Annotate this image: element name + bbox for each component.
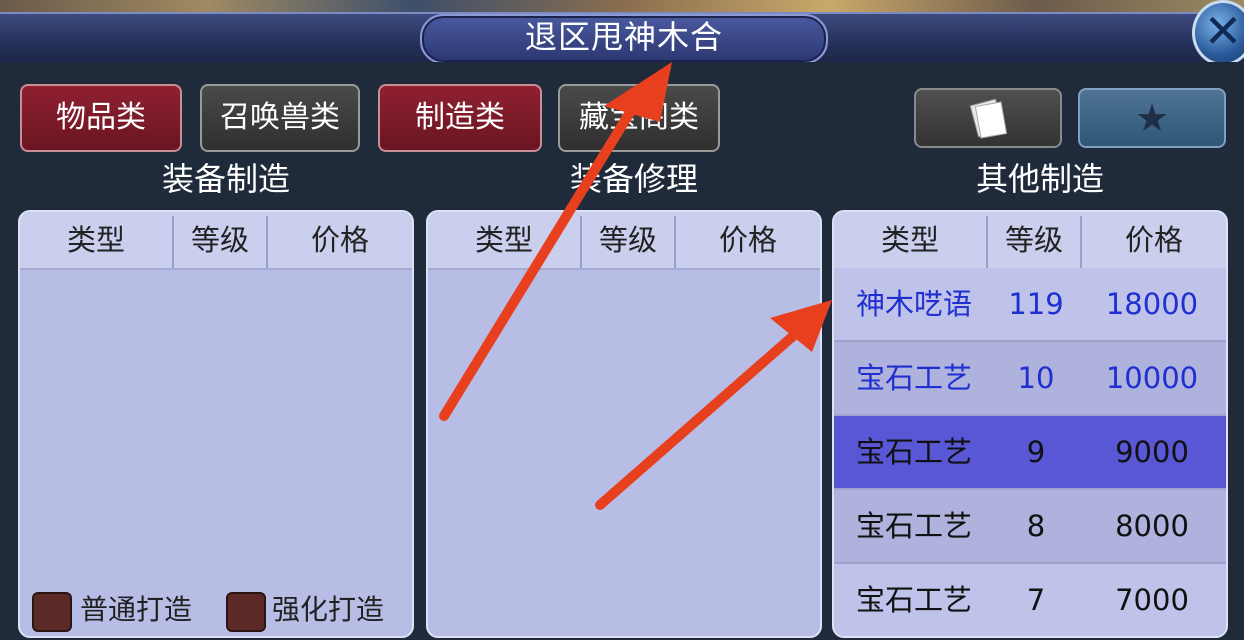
table-row[interactable]: 宝石工艺 7 7000: [834, 564, 1226, 636]
row-type: 神木呓语: [855, 287, 972, 321]
table-header: 类型 等级 价格: [20, 212, 412, 270]
other-make-panel: 类型 等级 价格 神木呓语 119 18000 宝石工艺 10 10000 宝石…: [832, 210, 1228, 638]
equipment-make-panel: 类型 等级 价格: [18, 210, 414, 638]
row-level: 7: [1026, 583, 1046, 617]
column-level: 等级: [598, 223, 657, 257]
row-level: 10: [1017, 361, 1055, 395]
row-price: 18000: [1105, 287, 1199, 321]
column-type: 类型: [880, 223, 939, 257]
row-level: 8: [1026, 509, 1046, 543]
tab-summon-beasts[interactable]: 召唤兽类: [200, 84, 360, 152]
column-level: 等级: [1004, 223, 1063, 257]
table-header: 类型 等级 价格: [428, 212, 820, 270]
table-header: 类型 等级 价格: [834, 212, 1226, 270]
normal-forge-label: 普通打造: [80, 593, 193, 626]
book-icon: [969, 98, 1008, 139]
table-row-selected[interactable]: 宝石工艺 9 9000: [834, 416, 1226, 490]
row-price: 7000: [1115, 583, 1189, 617]
other-make-title: 其他制造: [975, 160, 1104, 198]
equipment-repair-panel: 类型 等级 价格: [426, 210, 822, 638]
normal-forge-checkbox[interactable]: [32, 592, 72, 632]
table-row[interactable]: 宝石工艺 8 8000: [834, 490, 1226, 564]
row-type: 宝石工艺: [855, 361, 972, 395]
row-price: 8000: [1115, 509, 1189, 543]
row-type: 宝石工艺: [855, 509, 972, 543]
table-row[interactable]: 神木呓语 119 18000: [834, 268, 1226, 342]
tab-crafting[interactable]: 制造类: [378, 84, 542, 152]
column-price: 价格: [1124, 223, 1183, 257]
enhanced-forge-label: 强化打造: [272, 593, 385, 626]
tab-items[interactable]: 物品类: [20, 84, 182, 152]
window-title: 退区甩神木合: [524, 18, 723, 56]
column-level: 等级: [190, 223, 249, 257]
table-row[interactable]: 宝石工艺 10 10000: [834, 342, 1226, 416]
column-type: 类型: [66, 223, 125, 257]
column-price: 价格: [310, 223, 369, 257]
enhanced-forge-checkbox[interactable]: [226, 592, 266, 632]
row-level: 119: [1008, 287, 1064, 321]
column-price: 价格: [718, 223, 777, 257]
book-button[interactable]: [914, 88, 1062, 148]
column-type: 类型: [474, 223, 533, 257]
equipment-make-title: 装备制造: [161, 160, 290, 198]
tab-treasure-pavilion[interactable]: 藏宝阁类: [558, 84, 720, 152]
favorites-button[interactable]: ★: [1078, 88, 1226, 148]
row-type: 宝石工艺: [855, 435, 972, 469]
row-price: 10000: [1105, 361, 1199, 395]
row-level: 9: [1026, 435, 1046, 469]
row-price: 9000: [1115, 435, 1189, 469]
star-icon: ★: [1134, 96, 1170, 140]
equipment-repair-title: 装备修理: [569, 160, 698, 198]
row-type: 宝石工艺: [855, 583, 972, 617]
